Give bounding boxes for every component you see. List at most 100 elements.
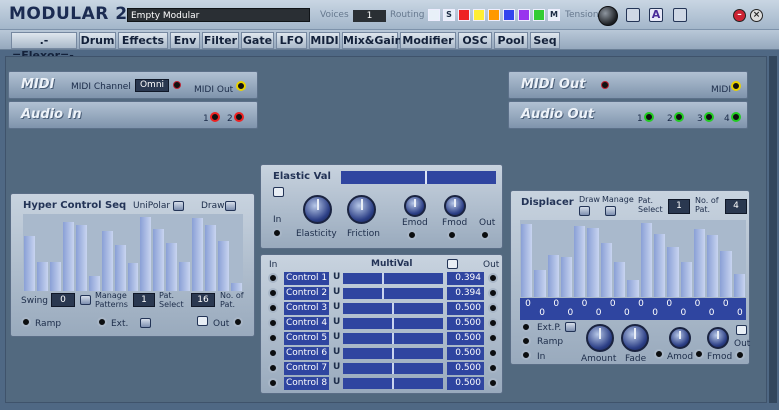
multival-in-jack[interactable] bbox=[268, 273, 278, 283]
displacer-step-10[interactable] bbox=[640, 223, 652, 297]
menu-tab-9[interactable]: Modifier bbox=[400, 32, 456, 49]
hyper-file-icon[interactable] bbox=[197, 316, 208, 326]
displacer-step-bars[interactable] bbox=[520, 220, 746, 297]
hyper-step-5[interactable] bbox=[75, 224, 87, 291]
hyper-step-10[interactable] bbox=[140, 217, 152, 291]
hyper-step-11[interactable] bbox=[153, 229, 165, 291]
audio-in-jack-1[interactable] bbox=[210, 112, 220, 122]
menu-tab-1[interactable]: Drum bbox=[79, 32, 116, 49]
patch-name-field[interactable]: Empty Modular bbox=[127, 8, 310, 22]
hyper-pat-select-value[interactable]: 1 bbox=[133, 293, 155, 307]
displacer-step-5[interactable] bbox=[574, 226, 586, 297]
menu-tab-3[interactable]: Env bbox=[170, 32, 200, 49]
multival-slider[interactable] bbox=[343, 318, 443, 329]
hyper-step-14[interactable] bbox=[192, 217, 204, 291]
manage-patterns-button[interactable] bbox=[80, 295, 91, 305]
hyper-step-13[interactable] bbox=[179, 261, 191, 291]
displacer-module[interactable]: Displacer Draw Manage Pat. Select 1 No. … bbox=[510, 190, 750, 365]
hyper-ext-button[interactable] bbox=[140, 318, 151, 328]
multival-unipolar-toggle[interactable]: U bbox=[333, 317, 340, 327]
displacer-step-4[interactable] bbox=[560, 256, 573, 297]
amod-knob[interactable] bbox=[669, 327, 691, 349]
hyper-step-7[interactable] bbox=[101, 230, 113, 291]
ext-p-button[interactable] bbox=[565, 322, 576, 332]
close-icon[interactable]: × bbox=[750, 9, 763, 22]
displacer-file-icon[interactable] bbox=[736, 325, 747, 335]
menu-tab-7[interactable]: MIDI bbox=[309, 32, 340, 49]
routing-button-7[interactable] bbox=[533, 9, 545, 21]
multival-out-jack[interactable] bbox=[488, 288, 498, 298]
fmod-knob[interactable] bbox=[444, 195, 466, 217]
hyper-ramp-jack[interactable] bbox=[21, 317, 31, 327]
fmod-jack[interactable] bbox=[447, 230, 457, 240]
hyper-step-bars[interactable] bbox=[23, 214, 243, 291]
copy-icon[interactable] bbox=[673, 8, 687, 22]
multival-slider-thumb[interactable] bbox=[392, 333, 394, 344]
multival-out-jack[interactable] bbox=[488, 333, 498, 343]
menu-tab-10[interactable]: OSC bbox=[458, 32, 492, 49]
elastic-out-jack[interactable] bbox=[480, 230, 490, 240]
hyper-step-16[interactable] bbox=[218, 240, 230, 291]
multival-out-jack[interactable] bbox=[488, 303, 498, 313]
multival-slider[interactable] bbox=[343, 378, 443, 389]
multival-module[interactable]: In MultiVal Out Control 1 U 0.394 Control 2… bbox=[260, 254, 503, 394]
tension-knob[interactable] bbox=[598, 6, 618, 26]
multival-slider[interactable] bbox=[343, 348, 443, 359]
menu-tab-11[interactable]: Pool bbox=[494, 32, 528, 49]
multival-slider[interactable] bbox=[343, 363, 443, 374]
displacer-step-14[interactable] bbox=[693, 229, 706, 297]
emod-jack[interactable] bbox=[407, 230, 417, 240]
displacer-step-13[interactable] bbox=[680, 262, 692, 297]
hyper-step-17[interactable] bbox=[231, 283, 242, 291]
displacer-step-11[interactable] bbox=[653, 233, 666, 297]
amount-knob[interactable] bbox=[586, 324, 614, 352]
midi-in-module[interactable]: MIDI MIDI Channel Omni MIDI Out bbox=[8, 71, 258, 99]
multival-in-jack[interactable] bbox=[268, 288, 278, 298]
multival-in-jack[interactable] bbox=[268, 348, 278, 358]
ext-p-jack[interactable] bbox=[521, 322, 531, 332]
displacer-in-jack[interactable] bbox=[521, 350, 531, 360]
elastic-slider[interactable] bbox=[341, 171, 496, 184]
routing-button-5[interactable] bbox=[503, 9, 515, 21]
displacer-step-6[interactable] bbox=[587, 227, 599, 297]
elastic-slider-thumb[interactable] bbox=[425, 171, 428, 184]
routing-button-1[interactable]: S bbox=[443, 9, 455, 21]
displacer-fmod-jack[interactable] bbox=[694, 349, 704, 359]
displacer-ramp-jack[interactable] bbox=[521, 336, 531, 346]
multival-in-jack[interactable] bbox=[268, 378, 278, 388]
displacer-step-3[interactable] bbox=[547, 254, 559, 297]
elastic-val-module[interactable]: Elastic Val In Elasticity Friction Emod … bbox=[260, 164, 503, 249]
unipolar-button[interactable] bbox=[173, 201, 184, 211]
audio-in-module[interactable]: Audio In 1 2 bbox=[8, 101, 258, 129]
multival-slider-thumb[interactable] bbox=[392, 303, 394, 314]
menu-tab-0[interactable]: .-=Flexor=-. bbox=[11, 32, 78, 62]
displacer-step-17[interactable] bbox=[733, 273, 745, 297]
displacer-fmod-knob[interactable] bbox=[707, 327, 729, 349]
multival-unipolar-toggle[interactable]: U bbox=[333, 287, 340, 297]
displacer-out-jack[interactable] bbox=[735, 350, 745, 360]
menu-tab-4[interactable]: Filter bbox=[202, 32, 239, 49]
routing-button-4[interactable] bbox=[488, 9, 500, 21]
displacer-step-7[interactable] bbox=[600, 243, 613, 297]
multival-out-jack[interactable] bbox=[488, 378, 498, 388]
hyper-no-pat-value[interactable]: 16 bbox=[191, 293, 215, 307]
displacer-step-15[interactable] bbox=[707, 235, 719, 297]
menu-tab-2[interactable]: Effects bbox=[118, 32, 168, 49]
multival-in-jack[interactable] bbox=[268, 333, 278, 343]
routing-button-2[interactable] bbox=[458, 9, 470, 21]
displacer-step-8[interactable] bbox=[614, 262, 626, 297]
elastic-in-jack[interactable] bbox=[272, 228, 282, 238]
routing-button-6[interactable] bbox=[518, 9, 530, 21]
routing-button-8[interactable]: M bbox=[548, 9, 560, 21]
displacer-step-9[interactable] bbox=[627, 280, 639, 297]
multival-unipolar-toggle[interactable]: U bbox=[333, 332, 340, 342]
midi-out-jack[interactable] bbox=[236, 81, 246, 91]
hyper-step-4[interactable] bbox=[62, 221, 74, 291]
multival-file-icon[interactable] bbox=[447, 259, 458, 269]
amod-jack[interactable] bbox=[654, 349, 664, 359]
fade-knob[interactable] bbox=[621, 324, 649, 352]
displacer-no-pat-value[interactable]: 4 bbox=[725, 199, 747, 214]
multival-in-jack[interactable] bbox=[268, 318, 278, 328]
hyper-control-seq-module[interactable]: Hyper Control Seq UniPolar Draw Swing 0 … bbox=[10, 193, 255, 337]
emod-knob[interactable] bbox=[404, 195, 426, 217]
